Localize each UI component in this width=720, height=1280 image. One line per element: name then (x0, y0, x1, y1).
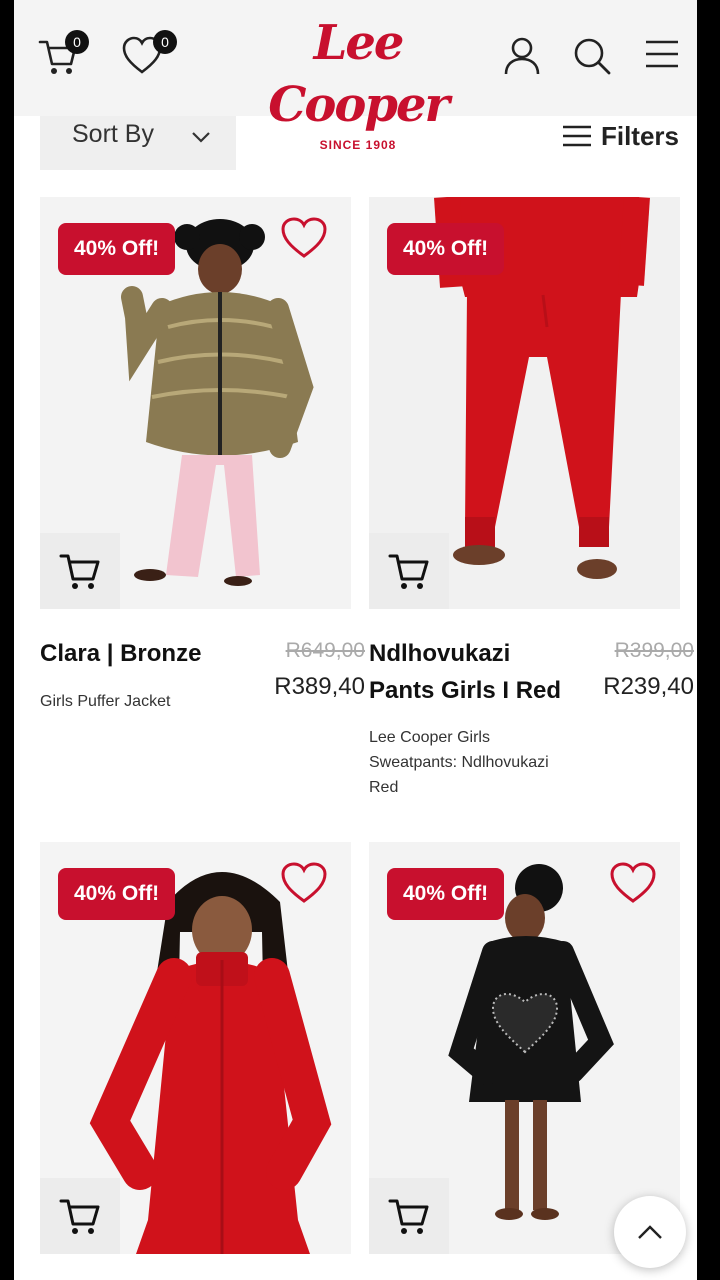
site-header: 0 0 Lee Cooper SINCE 1908 (14, 0, 697, 152)
filters-button[interactable]: Filters (562, 118, 679, 154)
user-icon (504, 37, 540, 75)
product-image[interactable]: 40% Off! (369, 842, 680, 1254)
search-button[interactable] (572, 36, 612, 76)
wishlist-count-badge: 0 (153, 30, 177, 54)
heart-icon (610, 862, 656, 903)
add-to-wishlist-button[interactable] (610, 862, 656, 909)
product-image[interactable]: 40% Off! (40, 197, 351, 609)
product-card[interactable]: 40% Off! Clara | Bronze Girls Puffer Jac… (40, 197, 365, 789)
cart-icon (59, 1199, 100, 1234)
sale-price: R389,40 (274, 673, 365, 700)
product-name[interactable]: Clara | Bronze (40, 635, 201, 672)
sale-price: R239,40 (603, 673, 694, 700)
add-to-wishlist-button[interactable] (281, 862, 327, 909)
product-image[interactable]: 40% Off! (40, 842, 351, 1254)
sort-dropdown[interactable]: Sort By (40, 116, 236, 170)
product-name[interactable]: Ndlhovukazi Pants Girls I Red (369, 635, 569, 709)
product-card[interactable]: 40% Off! (369, 842, 680, 1254)
add-to-cart-button[interactable] (40, 533, 120, 609)
scroll-to-top-button[interactable] (614, 1196, 686, 1268)
filters-label: Filters (600, 120, 679, 151)
cart-icon (59, 554, 100, 589)
add-to-cart-button[interactable] (369, 1178, 449, 1254)
menu-button[interactable] (644, 38, 680, 72)
account-button[interactable] (502, 36, 542, 76)
cart-icon (388, 1199, 429, 1234)
product-description: Girls Puffer Jacket (40, 693, 171, 710)
original-price: R399,00 (614, 639, 694, 662)
logo-subtitle: SINCE 1908 (319, 138, 397, 152)
wishlist-button[interactable]: 0 (122, 30, 177, 76)
heart-icon (281, 217, 327, 258)
product-listing-page: 0 0 Lee Cooper SINCE 1908 Sort By Filter… (14, 0, 697, 1280)
discount-badge: 40% Off! (387, 868, 505, 920)
product-info: Ndlhovukazi Pants Girls I Red Lee Cooper… (369, 609, 694, 796)
cart-button[interactable]: 0 (38, 30, 89, 76)
product-card[interactable]: 40% Off! (40, 842, 351, 1254)
product-image[interactable]: 40% Off! (369, 197, 680, 609)
discount-badge: 40% Off! (58, 223, 176, 275)
discount-badge: 40% Off! (58, 868, 176, 920)
menu-icon (646, 40, 678, 68)
add-to-cart-button[interactable] (369, 533, 449, 609)
add-to-wishlist-button[interactable] (281, 217, 327, 264)
chevron-up-icon (638, 1225, 662, 1239)
chevron-down-icon (192, 132, 210, 143)
cart-icon (388, 554, 429, 589)
discount-badge: 40% Off! (387, 223, 505, 275)
search-icon (574, 38, 611, 75)
product-description: Lee Cooper Girls Sweatpants: Ndlhovukazi… (369, 729, 549, 796)
cart-count-badge: 0 (65, 30, 89, 54)
filter-list-icon (562, 125, 591, 147)
sort-label: Sort By (72, 120, 154, 148)
logo-wordmark: Lee Cooper (268, 15, 450, 133)
product-info: Clara | Bronze Girls Puffer Jacket R649,… (40, 609, 365, 789)
lee-cooper-logo[interactable]: Lee Cooper SINCE 1908 (268, 12, 450, 152)
product-card[interactable]: 40% Off! Ndlhovukazi Pants Girls I Red L… (369, 197, 694, 796)
original-price: R649,00 (285, 639, 365, 662)
add-to-cart-button[interactable] (40, 1178, 120, 1254)
heart-icon (281, 862, 327, 903)
